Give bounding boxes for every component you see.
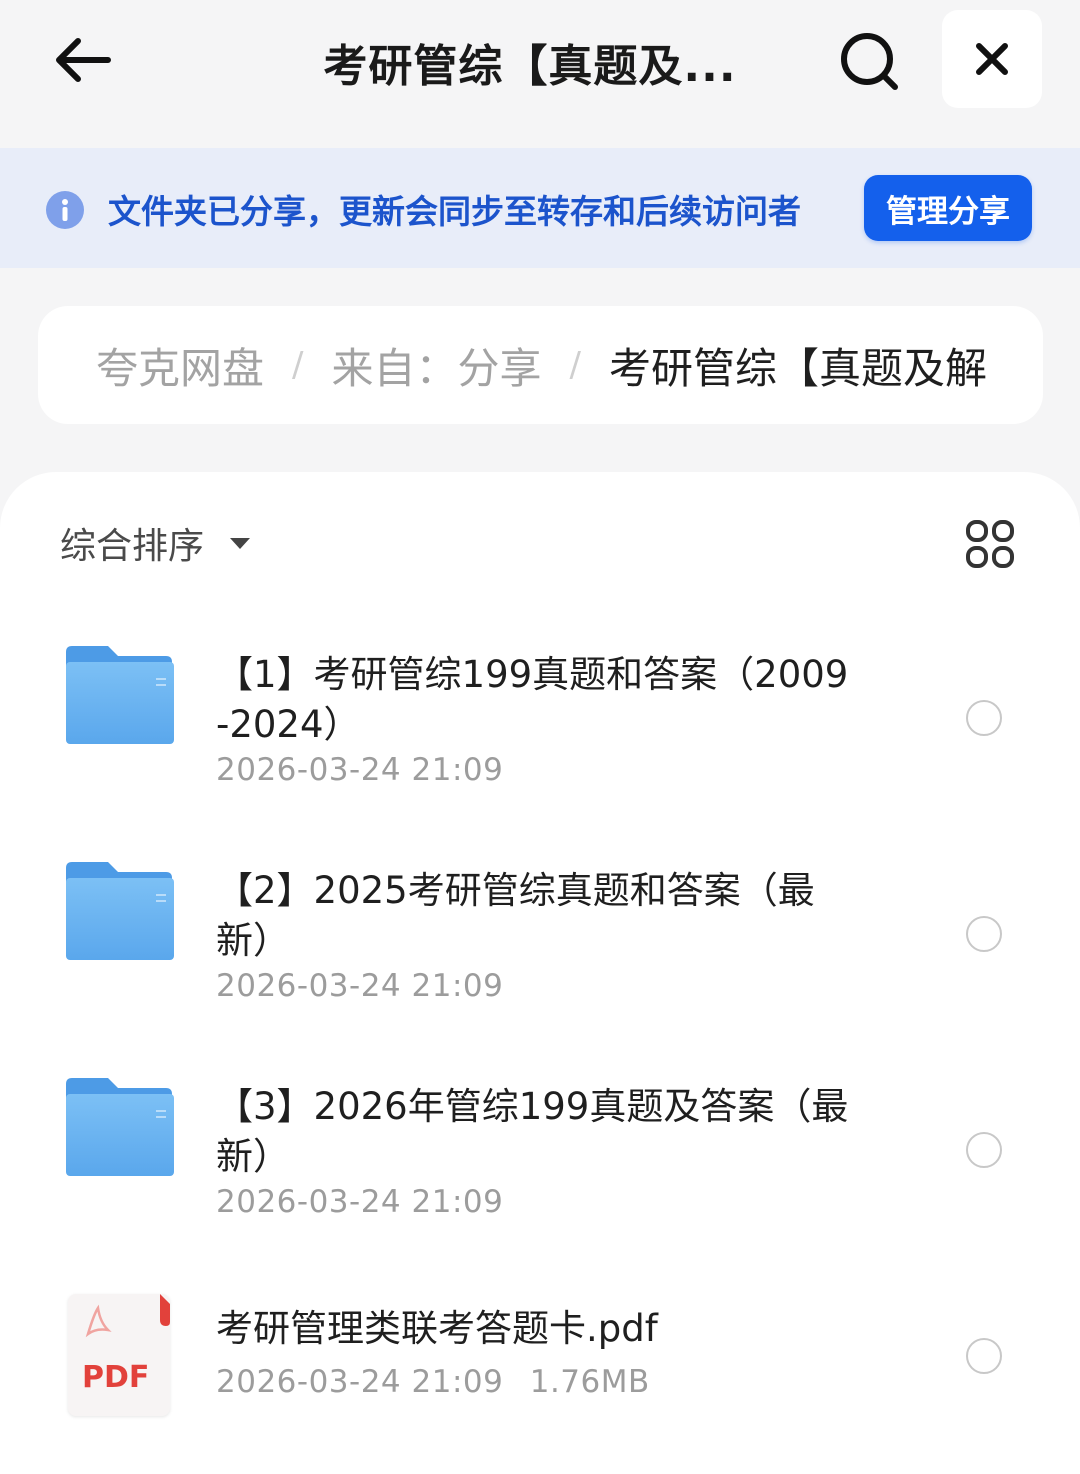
- share-notice-text: 文件夹已分享，更新会同步至转存和后续访问者: [108, 192, 801, 231]
- breadcrumb-item-current: 考研管综【真题及解: [608, 343, 987, 393]
- breadcrumb-item-root[interactable]: 夸克网盘: [96, 335, 264, 396]
- info-icon: [46, 191, 84, 229]
- file-date: 2026-03-24 21:09: [216, 968, 504, 1004]
- breadcrumb: 夸克网盘 / 来自：分享 / 考研管综【真题及解: [38, 306, 1043, 424]
- folder-icon: [66, 862, 174, 960]
- file-row[interactable]: 【1】考研管综199真题和答案（2009-2024） 2026-03-24 21…: [0, 642, 1080, 802]
- file-date: 2026-03-24 21:09: [216, 1184, 504, 1220]
- share-notice-banner: 文件夹已分享，更新会同步至转存和后续访问者 管理分享: [0, 148, 1080, 268]
- pdf-file-icon: PDF: [68, 1294, 170, 1416]
- top-bar: 考研管综【真题及...: [0, 0, 1080, 148]
- file-row[interactable]: 【2】2025考研管综真题和答案（最新） 2026-03-24 21:09: [0, 858, 1080, 1018]
- select-checkbox[interactable]: [966, 1338, 1002, 1374]
- manage-share-button[interactable]: 管理分享: [864, 175, 1032, 241]
- arrow-left-icon: [56, 38, 111, 82]
- select-checkbox[interactable]: [966, 916, 1002, 952]
- breadcrumb-separator: /: [292, 345, 304, 385]
- file-name: 【2】2025考研管综真题和答案（最新）: [216, 869, 815, 962]
- close-icon: [976, 43, 1008, 75]
- file-size: 1.76MB: [529, 1364, 650, 1400]
- file-meta: 2026-03-24 21:09 1.76MB: [216, 1364, 650, 1400]
- file-row[interactable]: 【3】2026年管综199真题及答案（最新） 2026-03-24 21:09: [0, 1074, 1080, 1234]
- select-checkbox[interactable]: [966, 1132, 1002, 1168]
- file-name: 【1】考研管综199真题和答案（2009-2024）: [216, 653, 849, 746]
- sort-dropdown[interactable]: 综合排序: [60, 516, 251, 570]
- file-list-panel: 综合排序 【1】考研管综199真题和答案（2009-2024） 2026-03-…: [0, 472, 1080, 1474]
- file-name: 考研管理类联考答题卡.pdf: [216, 1307, 658, 1350]
- grid-view-icon: [966, 520, 1014, 568]
- breadcrumb-separator: /: [569, 345, 581, 385]
- caret-down-icon: [230, 537, 251, 549]
- file-date: 2026-03-24 21:09: [216, 1364, 504, 1400]
- breadcrumb-item-shared[interactable]: 来自：分享: [331, 335, 541, 396]
- file-name: 【3】2026年管综199真题及答案（最新）: [216, 1085, 849, 1178]
- file-date: 2026-03-24 21:09: [216, 752, 504, 788]
- sort-label: 综合排序: [60, 526, 205, 567]
- search-button[interactable]: [830, 22, 910, 102]
- select-checkbox[interactable]: [966, 700, 1002, 736]
- view-toggle-button[interactable]: [960, 514, 1020, 574]
- back-button[interactable]: [44, 22, 120, 98]
- folder-icon: [66, 646, 174, 744]
- folder-icon: [66, 1078, 174, 1176]
- file-row[interactable]: PDF 考研管理类联考答题卡.pdf 2026-03-24 21:09 1.76…: [0, 1292, 1080, 1422]
- acrobat-icon: [85, 1294, 170, 1338]
- page-title: 考研管综【真题及...: [323, 41, 737, 92]
- pdf-icon-label: PDF: [82, 1360, 150, 1395]
- search-icon: [841, 33, 898, 90]
- close-button[interactable]: [942, 10, 1042, 108]
